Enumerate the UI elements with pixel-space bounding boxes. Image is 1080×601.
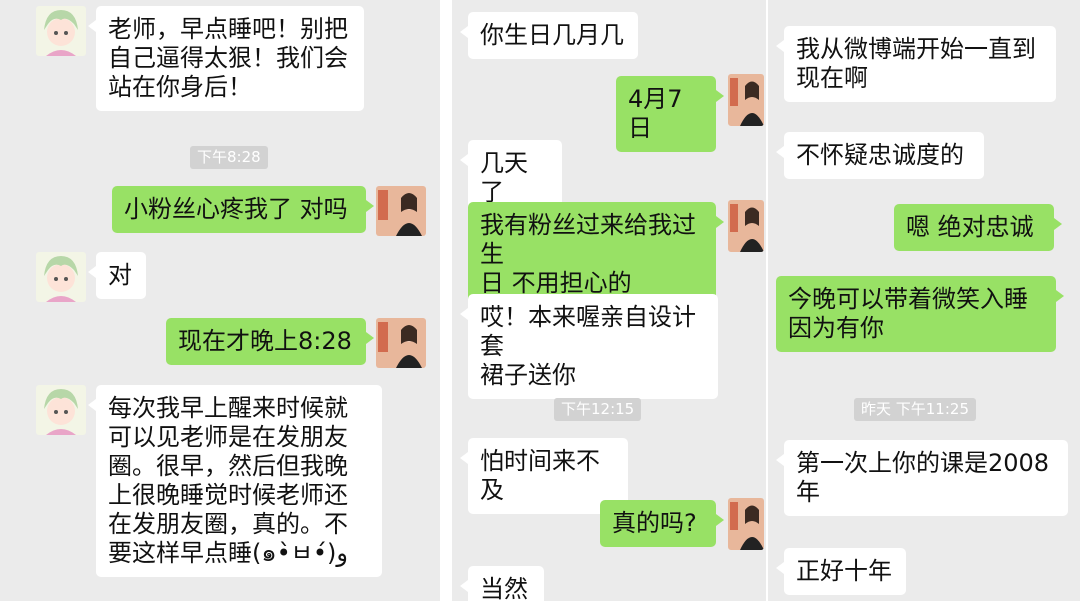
teacher-avatar-icon[interactable] [376, 318, 426, 368]
message-bubble-sent[interactable]: 小粉丝心疼我了 对吗 [112, 186, 374, 233]
message-bubble-received[interactable]: 老师，早点睡吧！别把 自己逼得太狠！我们会 站在你身后！ [88, 6, 364, 111]
teacher-avatar-icon[interactable] [728, 74, 764, 126]
teacher-avatar-icon[interactable] [728, 498, 764, 550]
timestamp: 下午12:15 [554, 398, 642, 421]
message-bubble-received[interactable]: 第一次上你的课是2008 年 [776, 440, 1068, 516]
message-bubble-received[interactable]: 正好十年 [776, 548, 906, 595]
chat-panel-middle: 你生日几月几 4月7日 几天了 我有粉丝过来给我过生 日 不用担心的 哎！本来喔… [452, 0, 766, 601]
message-bubble-received[interactable]: 我从微博端开始一直到 现在啊 [776, 26, 1056, 102]
fan-avatar-icon[interactable] [36, 385, 86, 435]
divider [440, 0, 452, 601]
message-bubble-sent[interactable]: 真的吗? [600, 500, 724, 547]
teacher-avatar-icon[interactable] [728, 200, 764, 252]
timestamp: 下午8:28 [190, 146, 268, 169]
chat-panel-right: 我从微博端开始一直到 现在啊 不怀疑忠诚度的 嗯 绝对忠诚 今晚可以带着微笑入睡… [768, 0, 1080, 601]
message-bubble-received[interactable]: 不怀疑忠诚度的 [776, 132, 984, 179]
message-bubble-received[interactable]: 哎！本来喔亲自设计套 裙子送你 [460, 294, 718, 399]
timestamp: 昨天 下午11:25 [854, 398, 976, 421]
message-bubble-sent[interactable]: 今晚可以带着微笑入睡 因为有你 [776, 276, 1064, 352]
message-bubble-sent[interactable]: 现在才晚上8:28 [166, 318, 374, 365]
message-bubble-sent[interactable]: 我有粉丝过来给我过生 日 不用担心的 [468, 202, 724, 307]
message-bubble-received[interactable]: 对 [88, 252, 146, 299]
message-bubble-received[interactable]: 每次我早上醒来时候就 可以见老师是在发朋友 圈。很早，然后但我晚 上很晚睡觉时候… [88, 385, 382, 577]
message-bubble-sent[interactable]: 嗯 绝对忠诚 [894, 204, 1062, 251]
teacher-avatar-icon[interactable] [376, 186, 426, 236]
message-bubble-received[interactable]: 你生日几月几 [460, 12, 638, 59]
chat-panel-left: 老师，早点睡吧！别把 自己逼得太狠！我们会 站在你身后！ 下午8:28 小粉丝心… [0, 0, 440, 601]
message-bubble-sent[interactable]: 4月7日 [616, 76, 724, 152]
message-bubble-received[interactable]: 当然 [460, 566, 544, 601]
fan-avatar-icon[interactable] [36, 252, 86, 302]
fan-avatar-icon[interactable] [36, 6, 86, 56]
